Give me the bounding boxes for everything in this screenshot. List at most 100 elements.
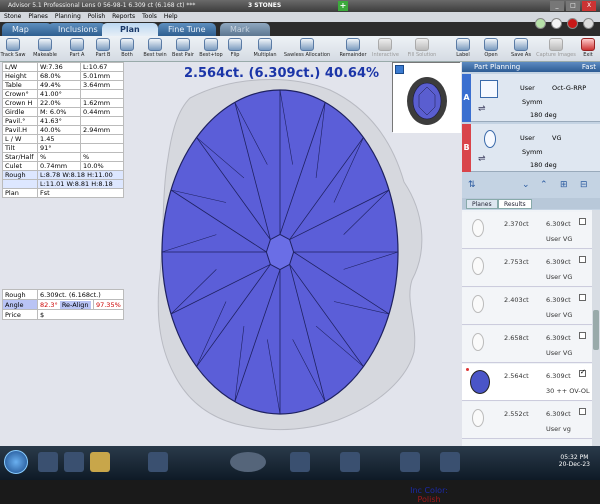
result-checkbox[interactable]	[579, 408, 586, 415]
price-value[interactable]: $	[37, 309, 124, 320]
result-row[interactable]: 2.403ct 6.309ct User VG	[462, 288, 592, 325]
part-a-shape[interactable]: Oct-G-RRP	[552, 84, 586, 92]
param-value[interactable]: W:7.36	[37, 62, 81, 72]
remainder-button[interactable]: Remainder	[338, 38, 368, 60]
param-value[interactable]: 0.74mm	[37, 161, 81, 171]
result-row[interactable]: 2.370ct 6.309ct User VG	[462, 212, 592, 249]
param-value[interactable]: 10.0%	[80, 161, 124, 171]
param-value[interactable]: 41.63°	[37, 116, 81, 126]
result-row[interactable]: 2.658ct 6.309ct User VG	[462, 326, 592, 363]
both-button[interactable]: Both	[114, 38, 140, 60]
taskbar-app-icon[interactable]	[64, 452, 84, 472]
flip-button[interactable]: Flip	[222, 38, 248, 60]
param-value[interactable]	[80, 89, 124, 99]
result-row[interactable]: 2.552ct 6.309ct User vg	[462, 402, 592, 439]
stone-thumbnail[interactable]	[392, 62, 461, 133]
param-value[interactable]: 2.94mm	[80, 125, 124, 135]
param-value[interactable]: 1.45	[37, 134, 81, 144]
multiplan-button[interactable]: Multiplan	[252, 38, 278, 60]
maximize-button[interactable]: □	[566, 1, 580, 11]
taskbar-app-icon[interactable]	[148, 452, 168, 472]
save-as-button[interactable]: Save As	[508, 38, 534, 60]
planning-mode[interactable]: Fast	[582, 62, 596, 72]
result-checkbox[interactable]	[579, 294, 586, 301]
result-row-selected[interactable]: 2.564ct 6.309ct 30 ++ OV-OL ✓	[462, 364, 592, 401]
param-value[interactable]: 5.01mm	[80, 71, 124, 81]
capture-images-button[interactable]: Capture Images	[536, 38, 576, 60]
status-green-icon[interactable]	[535, 18, 546, 29]
taskbar-app-icon[interactable]	[400, 452, 420, 472]
close-button[interactable]: X	[582, 1, 596, 11]
taskbar-app-icon[interactable]	[230, 452, 266, 472]
realign-button[interactable]: Re-Align	[59, 300, 91, 309]
param-value[interactable]: M: 6.0%	[37, 107, 81, 117]
menu-help[interactable]: Help	[164, 12, 178, 22]
folder-icon[interactable]	[90, 452, 110, 472]
param-value[interactable]: 68.0%	[37, 71, 81, 81]
param-value[interactable]: %	[37, 152, 81, 162]
tab-results[interactable]: Results	[498, 199, 532, 209]
chevron-up-icon[interactable]: ⌃	[540, 180, 548, 190]
makeable-button[interactable]: Makeable	[32, 38, 58, 60]
result-checkbox[interactable]	[579, 218, 586, 225]
menu-stone[interactable]: Stone	[4, 12, 21, 22]
status-white-icon[interactable]	[551, 18, 562, 29]
result-checkbox[interactable]	[579, 332, 586, 339]
minimize-button[interactable]: _	[550, 1, 564, 11]
thumbnail-toggle-icon[interactable]	[395, 65, 404, 74]
param-value[interactable]	[80, 143, 124, 153]
tab-map[interactable]: Map	[2, 23, 52, 36]
expand-icon[interactable]: ⊞	[560, 180, 568, 190]
param-value[interactable]: 41.00°	[37, 89, 81, 99]
tab-mark[interactable]: Mark	[220, 23, 270, 36]
part-b-button[interactable]: Part B	[90, 38, 116, 60]
param-value[interactable]: 3.64mm	[80, 80, 124, 90]
part-b-shape[interactable]: VG	[552, 134, 561, 142]
menu-reports[interactable]: Reports	[112, 12, 135, 22]
inclusion-color-value[interactable]: Polish	[404, 495, 454, 504]
taskbar-app-icon[interactable]	[340, 452, 360, 472]
menu-polish[interactable]: Polish	[88, 12, 105, 22]
param-value[interactable]	[80, 134, 124, 144]
scrollbar-thumb[interactable]	[593, 310, 599, 350]
param-value[interactable]: 40.0%	[37, 125, 81, 135]
taskbar-app-icon[interactable]	[290, 452, 310, 472]
menu-planes[interactable]: Planes	[28, 12, 48, 22]
record-icon[interactable]	[567, 18, 578, 29]
sawless-allocation-button[interactable]: Sawless Allocation	[282, 38, 332, 60]
part-row-a[interactable]: A ⇌ User Oct-G-RRP Symm 180 deg	[462, 74, 600, 122]
menu-tools[interactable]: Tools	[142, 12, 157, 22]
best-twin-button[interactable]: Best twin	[142, 38, 168, 60]
param-value[interactable]: 0.44mm	[80, 107, 124, 117]
tab-plan[interactable]: Plan	[102, 23, 158, 36]
param-value[interactable]: L:10.67	[80, 62, 124, 72]
param-value[interactable]: 22.0%	[37, 98, 81, 108]
part-a-button[interactable]: Part A	[64, 38, 90, 60]
tab-fine-tune[interactable]: Fine Tune	[158, 23, 216, 36]
exit-button[interactable]: Exit	[578, 38, 598, 60]
label-button[interactable]: Label	[452, 38, 474, 60]
param-value[interactable]: 1.62mm	[80, 98, 124, 108]
param-value[interactable]: 91°	[37, 143, 81, 153]
chevron-down-icon[interactable]: ⌄	[522, 180, 530, 190]
results-scrollbar[interactable]	[592, 210, 600, 446]
sort-icon[interactable]: ⇅	[468, 180, 476, 190]
param-value[interactable]: 49.4%	[37, 80, 81, 90]
result-checkbox[interactable]	[579, 256, 586, 263]
system-clock[interactable]: 05:32 PM 20-Dec-23	[559, 454, 590, 468]
tab-inclusions[interactable]: Inclusions	[48, 23, 106, 36]
param-value[interactable]	[80, 116, 124, 126]
result-checkbox[interactable]: ✓	[579, 368, 586, 377]
best-top-button[interactable]: Best+top	[198, 38, 224, 60]
tab-planes[interactable]: Planes	[466, 199, 498, 209]
menu-planning[interactable]: Planning	[55, 12, 81, 22]
settings-icon[interactable]	[583, 18, 594, 29]
collapse-icon[interactable]: ⊟	[580, 180, 588, 190]
best-pair-button[interactable]: Best Pair	[170, 38, 196, 60]
start-button[interactable]	[4, 450, 28, 474]
interactive-button[interactable]: Interactive	[372, 38, 399, 60]
part-row-b[interactable]: B ⇌ User VG Symm 180 deg	[462, 124, 600, 172]
fill-solution-button[interactable]: Fill Solution	[404, 38, 440, 60]
param-value[interactable]: %	[80, 152, 124, 162]
taskbar-app-icon[interactable]	[440, 452, 460, 472]
